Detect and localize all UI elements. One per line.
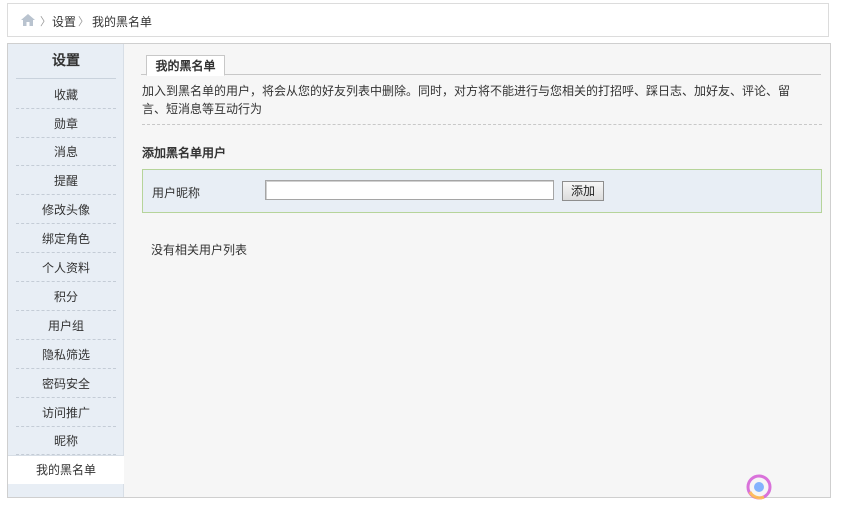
sidebar-item-password[interactable]: 密码安全	[16, 370, 116, 398]
add-button[interactable]: 添加	[562, 181, 604, 201]
empty-list-message: 没有相关用户列表	[151, 243, 248, 257]
sidebar-item-profile[interactable]: 个人资料	[16, 254, 116, 282]
nickname-label: 用户昵称	[152, 186, 201, 200]
settings-sidebar: 设置 收藏 勋章 消息 提醒 修改头像 绑定角色 个人资料 积分 用户组 隐私筛…	[8, 44, 124, 497]
section-divider	[142, 124, 822, 125]
sidebar-item-blacklist[interactable]: 我的黑名单	[8, 455, 124, 484]
sidebar-item-favorites[interactable]: 收藏	[16, 81, 116, 109]
nickname-input[interactable]	[265, 180, 554, 200]
breadcrumb: 〉 设置 〉 我的黑名单	[7, 3, 829, 37]
breadcrumb-separator: 〉	[78, 15, 89, 28]
add-blacklist-form: 用户昵称 添加	[142, 169, 822, 213]
settings-panel: 设置 收藏 勋章 消息 提醒 修改头像 绑定角色 个人资料 积分 用户组 隐私筛…	[7, 43, 831, 498]
sidebar-title-divider	[16, 78, 116, 79]
watermark-logo	[746, 474, 836, 500]
breadcrumb-current: 我的黑名单	[92, 15, 153, 29]
breadcrumb-separator: 〉	[40, 15, 51, 28]
blacklist-content: 我的黑名单 加入到黑名单的用户，将会从您的好友列表中删除。同时，对方将不能进行与…	[124, 44, 830, 497]
add-blacklist-heading: 添加黑名单用户	[142, 146, 227, 160]
sidebar-item-nickname[interactable]: 昵称	[16, 427, 116, 455]
sidebar-item-points[interactable]: 积分	[16, 283, 116, 311]
sidebar-item-promotion[interactable]: 访问推广	[16, 399, 116, 427]
blacklist-description: 加入到黑名单的用户，将会从您的好友列表中删除。同时，对方将不能进行与您相关的打招…	[142, 84, 791, 116]
breadcrumb-settings-link[interactable]: 设置	[52, 13, 76, 30]
sidebar-item-usergroup[interactable]: 用户组	[16, 312, 116, 340]
tab-blacklist[interactable]: 我的黑名单	[146, 55, 225, 76]
sidebar-item-bind-role[interactable]: 绑定角色	[16, 225, 116, 253]
sidebar-title: 设置	[52, 53, 80, 69]
watermark-logo-icon	[746, 474, 772, 500]
home-icon[interactable]	[21, 14, 35, 26]
sidebar-item-avatar[interactable]: 修改头像	[16, 196, 116, 224]
sidebar-item-messages[interactable]: 消息	[16, 138, 116, 166]
sidebar-item-privacy[interactable]: 隐私筛选	[16, 341, 116, 369]
tab-underline	[141, 74, 821, 75]
sidebar-item-reminders[interactable]: 提醒	[16, 167, 116, 195]
sidebar-item-medals[interactable]: 勋章	[16, 110, 116, 138]
